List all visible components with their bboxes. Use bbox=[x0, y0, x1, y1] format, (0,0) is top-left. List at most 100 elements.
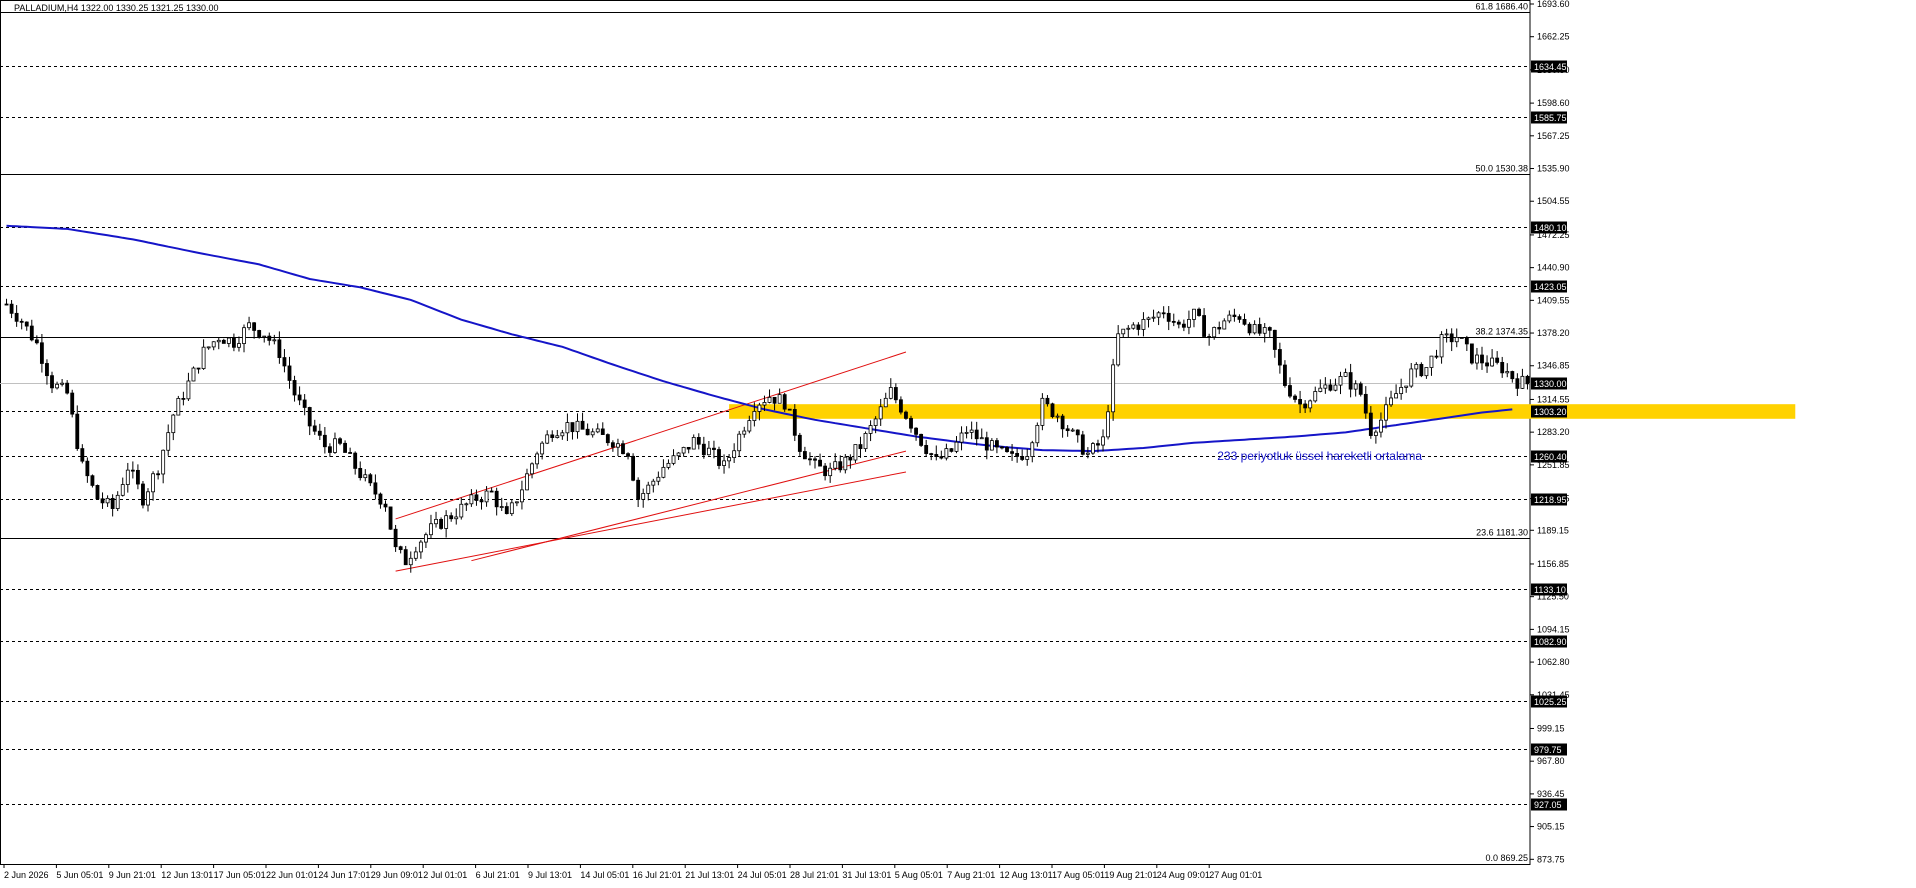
level-price-label: 1218.95 bbox=[1534, 495, 1567, 505]
candle-body bbox=[262, 335, 267, 338]
candle-body bbox=[782, 394, 787, 410]
candle-body bbox=[1272, 329, 1277, 350]
candle-body bbox=[1252, 324, 1257, 334]
candle-body bbox=[813, 458, 817, 461]
candle-body bbox=[1303, 403, 1308, 409]
y-tick-label: 1062.80 bbox=[1537, 657, 1570, 667]
y-tick-label: 873.75 bbox=[1537, 854, 1565, 864]
candle-body bbox=[1176, 321, 1181, 325]
candle-body bbox=[1338, 375, 1343, 386]
candle-body bbox=[681, 446, 686, 454]
level-price-label: 1585.75 bbox=[1534, 113, 1567, 123]
y-tick-label: 936.45 bbox=[1537, 789, 1565, 799]
candle-body bbox=[1121, 328, 1126, 335]
candle-body bbox=[1277, 349, 1282, 366]
y-tick-label: 1156.85 bbox=[1537, 559, 1569, 569]
candle-body bbox=[777, 394, 782, 404]
candle-body bbox=[1358, 383, 1363, 395]
candle-body bbox=[494, 490, 499, 508]
candle-body bbox=[610, 442, 615, 448]
candle-body bbox=[823, 465, 828, 477]
candle-body bbox=[1040, 397, 1045, 426]
candle-body bbox=[1010, 451, 1014, 454]
candle-body bbox=[1045, 397, 1050, 405]
candle-body bbox=[1429, 355, 1434, 368]
candle-body bbox=[181, 398, 186, 400]
candle-body bbox=[818, 459, 822, 467]
candle-body bbox=[221, 339, 226, 344]
candle-body bbox=[1414, 363, 1419, 370]
candle-body bbox=[1459, 337, 1464, 339]
x-tick-label: 14 Jul 05:01 bbox=[580, 870, 629, 880]
candle-body bbox=[767, 396, 772, 403]
candle-body bbox=[1298, 399, 1303, 405]
candle-body bbox=[605, 434, 610, 444]
candle-body bbox=[560, 432, 565, 437]
level-price-label: 927.05 bbox=[1534, 800, 1562, 810]
candle-body bbox=[171, 414, 176, 434]
y-tick-label: 1189.15 bbox=[1537, 525, 1569, 535]
candle-body bbox=[80, 448, 85, 462]
candle-body bbox=[287, 365, 292, 381]
candle-body bbox=[65, 382, 70, 394]
candle-body bbox=[520, 489, 524, 503]
candle-body bbox=[1409, 368, 1414, 387]
candle-body bbox=[1116, 333, 1121, 366]
candle-body bbox=[1075, 429, 1080, 436]
candle-body bbox=[595, 428, 600, 433]
candle-body bbox=[151, 473, 155, 493]
candle-body bbox=[1146, 317, 1151, 320]
candle-body bbox=[661, 466, 666, 478]
chart-window: 1693.601662.251630.501598.601567.251535.… bbox=[0, 0, 1916, 888]
candle-body bbox=[656, 476, 661, 482]
candle-body bbox=[317, 430, 322, 436]
candle-body bbox=[449, 515, 454, 520]
candle-body bbox=[535, 453, 540, 465]
candle-body bbox=[914, 427, 918, 435]
candle-body bbox=[418, 541, 423, 553]
candle-body bbox=[843, 456, 848, 471]
candle-body bbox=[964, 431, 969, 434]
candle-body bbox=[1080, 434, 1085, 455]
candle-body bbox=[1247, 323, 1252, 334]
candle-body bbox=[1267, 327, 1272, 331]
y-tick-label: 1409.55 bbox=[1537, 295, 1570, 305]
candle-body bbox=[969, 429, 974, 433]
candle-body bbox=[1343, 372, 1348, 377]
candle-body bbox=[989, 440, 994, 451]
candle-body bbox=[797, 434, 802, 452]
candle-body bbox=[1232, 314, 1237, 318]
candle-body bbox=[1384, 404, 1388, 421]
candle-body bbox=[691, 437, 696, 450]
candle-body bbox=[893, 387, 898, 401]
candle-body bbox=[1424, 367, 1429, 377]
candle-body bbox=[373, 482, 378, 495]
candle-body bbox=[161, 449, 166, 475]
candle-body bbox=[1439, 334, 1444, 358]
y-tick-label: 1504.55 bbox=[1537, 196, 1570, 206]
candle-body bbox=[924, 445, 929, 454]
x-tick-label: 31 Jul 13:01 bbox=[842, 870, 891, 880]
candle-body bbox=[600, 428, 605, 435]
candle-body bbox=[393, 528, 398, 548]
x-tick-label: 12 Aug 13:01 bbox=[1000, 870, 1053, 880]
chart-plot[interactable]: 1693.601662.251630.501598.601567.251535.… bbox=[0, 0, 1916, 888]
candle-body bbox=[146, 491, 150, 506]
candle-body bbox=[322, 434, 327, 448]
candle-body bbox=[701, 443, 706, 456]
candle-body bbox=[120, 484, 125, 496]
x-tick-label: 17 Jun 05:01 bbox=[214, 870, 266, 880]
candle-body bbox=[135, 469, 140, 485]
candle-body bbox=[454, 516, 459, 520]
candle-body bbox=[722, 460, 726, 466]
candle-body bbox=[95, 485, 100, 500]
candle-body bbox=[1368, 412, 1373, 436]
candle-body bbox=[626, 453, 630, 457]
current-price-label: 1330.00 bbox=[1534, 379, 1567, 389]
candle-body bbox=[257, 330, 262, 338]
candle-body bbox=[1333, 384, 1338, 391]
candle-body bbox=[444, 515, 449, 529]
candle-body bbox=[1389, 397, 1393, 406]
candle-body bbox=[616, 443, 620, 448]
candle-body bbox=[1394, 393, 1399, 399]
